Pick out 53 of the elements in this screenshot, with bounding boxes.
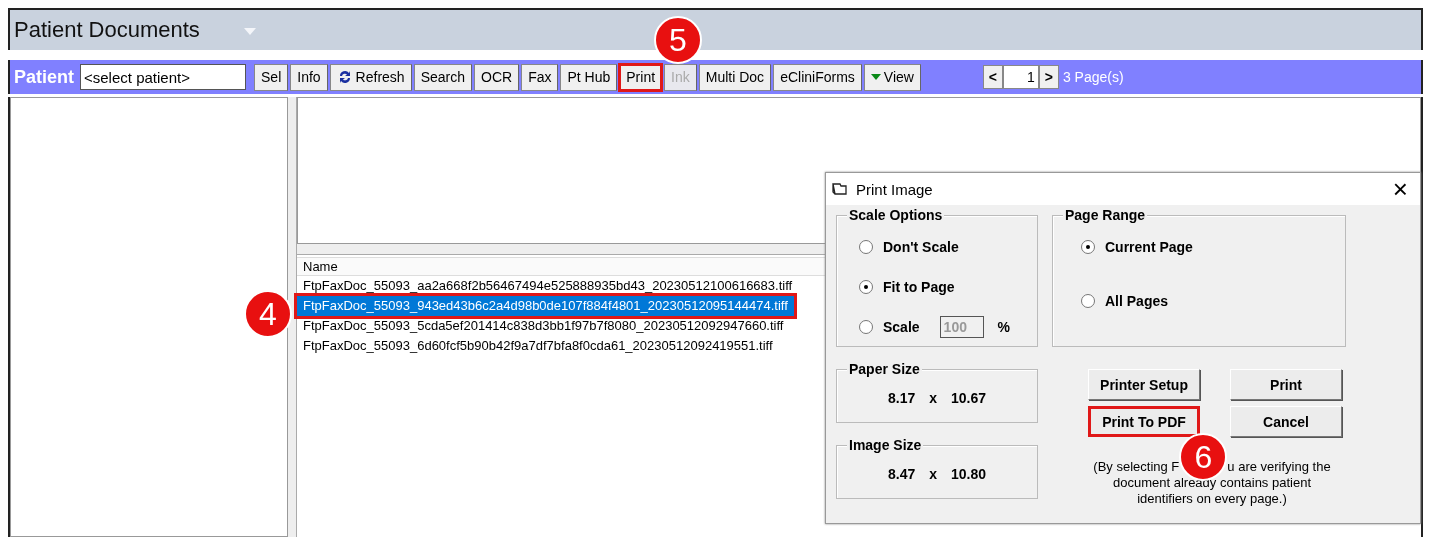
toolbar-button[interactable]: Fax [521,63,559,91]
toolbar-button[interactable]: OCR [474,63,520,91]
toolbar-button[interactable]: Pt Hub [560,63,618,91]
next-page-button[interactable]: > [1038,65,1059,89]
radio-button[interactable] [859,280,873,294]
patient-field[interactable]: <select patient> [80,64,246,90]
dialog-button[interactable]: Print [1230,369,1342,400]
file-row[interactable]: FtpFaxDoc_55093_6d60fcf5b90b42f9a7df7bfa8f0cda61_20230512092419551.tiff [297,336,779,356]
size-height: 10.80 [951,466,987,482]
group-title: Paper Size [847,361,922,377]
file-row[interactable]: FtpFaxDoc_55093_5cda5ef201414c838d3bb1f97b7f8080_20230512092947660.tiff [297,316,790,336]
radio-label: Don't Scale [883,239,959,255]
toolbar-button[interactable]: eCliniForms [773,63,862,91]
group-title: Page Range [1063,207,1148,223]
toolbar-button[interactable]: View [863,63,921,91]
toolbar-button[interactable]: Info [290,63,328,91]
size-width: 8.47 [887,466,916,482]
radio-label: Fit to Page [883,279,955,295]
size-separator: x [929,390,937,406]
dialog-button[interactable]: Printer Setup [1088,369,1200,400]
page-number-field[interactable]: 1 [1002,65,1039,89]
note-text: u are verifying the [1227,459,1331,475]
size-height: 10.67 [951,390,987,406]
radio-label: All Pages [1105,293,1169,309]
percent-label: % [997,319,1011,335]
splitter-bar[interactable] [288,97,297,537]
patient-label: Patient [14,66,74,88]
dialog-button[interactable]: Print To PDF [1088,406,1200,437]
radio-button[interactable] [859,240,873,254]
note-text: (By selecting F [1093,459,1180,475]
radio-label: Scale [883,319,920,335]
toolbar-button[interactable]: Sel [254,63,289,91]
radio-label: Current Page [1105,239,1193,255]
window-title: Patient Documents [14,17,200,43]
file-row[interactable]: FtpFaxDoc_55093_aa2a668f2b56467494e525888935bd43_20230512100616683.tiff [297,276,799,296]
close-button[interactable]: × [1390,176,1410,202]
group-title: Scale Options [847,207,945,223]
dialog-title: Print Image [856,180,934,198]
dialog-button[interactable]: Cancel [1230,406,1342,437]
dropdown-icon [870,74,881,80]
size-width: 8.17 [887,390,916,406]
toolbar-button[interactable]: Search [413,63,472,91]
file-row[interactable]: FtpFaxDoc_55093_943ed43b6c2a4d98b0de107f884f4801_20230512095144474.tiff [297,296,794,316]
size-separator: x [929,466,937,482]
page-count: 3 Page(s) [1062,69,1124,85]
toolbar-button[interactable]: Print [619,63,663,91]
radio-button[interactable] [1081,240,1095,254]
group-title: Image Size [847,437,924,453]
radio-button[interactable] [859,320,873,334]
radio-button[interactable] [1081,294,1095,308]
previous-page-button[interactable]: < [982,65,1003,89]
toolbar-button[interactable]: Refresh [329,63,412,91]
toolbar-button[interactable]: Multi Doc [698,63,772,91]
